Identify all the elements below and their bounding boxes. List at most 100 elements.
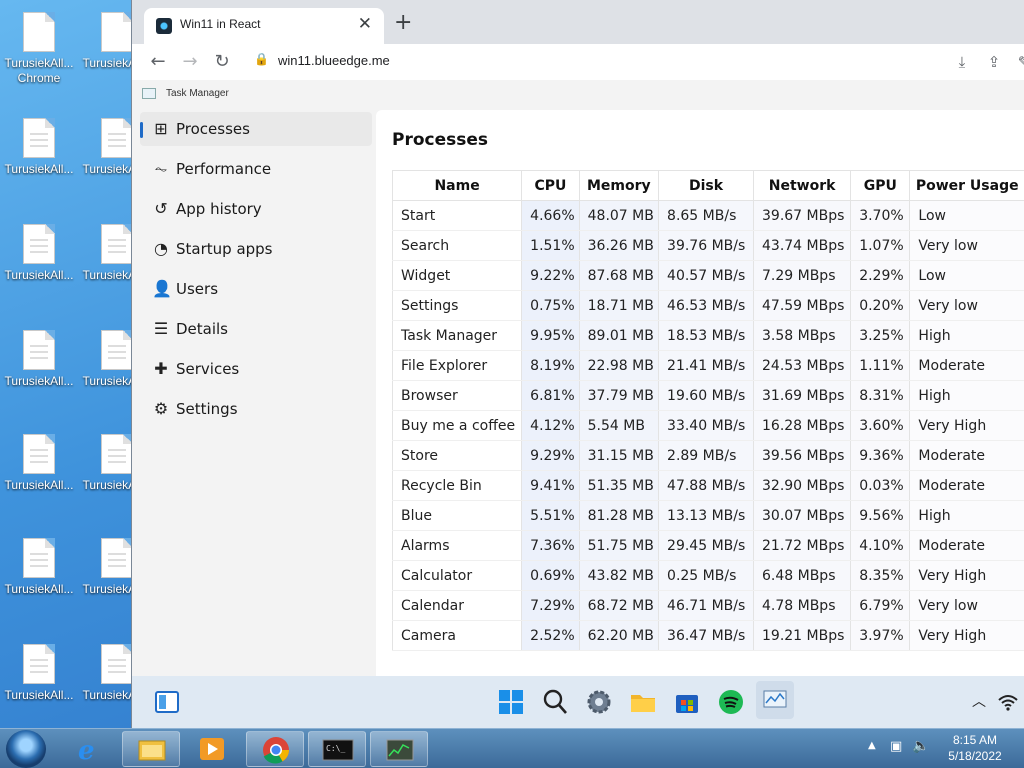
document-icon	[101, 330, 133, 370]
desktop-file-icon[interactable]: TurusiekAll...	[0, 426, 78, 526]
wifi-icon[interactable]	[998, 687, 1024, 717]
volume-icon[interactable]: 🔈	[912, 738, 929, 754]
table-row[interactable]: Widget 9.22% 87.68 MB 40.57 MB/s 7.29 MBps 2.…	[391, 260, 1024, 291]
table-row[interactable]: Blue 5.51% 81.28 MB 13.13 MB/s 30.07 MBps 9.5…	[391, 500, 1024, 531]
table-row[interactable]: Settings 0.75% 18.71 MB 46.53 MB/s 47.59 MBp…	[391, 290, 1024, 321]
address-bar[interactable]: 🔒 win11.blueedge.me	[248, 50, 948, 74]
puzzle-icon: ✚	[154, 359, 168, 378]
desktop-file-icon[interactable]: TurusiekAll...	[0, 636, 78, 728]
process-metric: Moderate	[909, 350, 1024, 381]
forward-arrow-icon[interactable]: →	[178, 50, 202, 74]
document-icon	[23, 434, 55, 474]
browser-tab[interactable]: Win11 in React ✕	[144, 8, 384, 44]
table-row[interactable]: Camera 2.52% 62.20 MB 36.47 MB/s 19.21 MBps 3…	[391, 620, 1024, 651]
nav-item-processes[interactable]: ⊞ Processes	[140, 112, 372, 146]
desktop-file-icon[interactable]: TurusiekAll...	[0, 530, 78, 630]
task-manager-window: Task Manager ⊞ Processes ⏦ Performance ↺ App …	[132, 80, 1024, 676]
process-metric: 43.82 MB	[578, 560, 660, 591]
nav-item-label: Performance	[176, 160, 272, 178]
file-explorer-icon[interactable]	[628, 687, 658, 717]
column-header[interactable]: Name	[391, 170, 523, 201]
table-body: Start 4.66% 48.07 MB 8.65 MB/s 39.67 MBps 3.7…	[391, 200, 1024, 651]
desktop-icon-sublabel: Chrome	[17, 71, 61, 85]
document-icon	[101, 224, 133, 264]
table-row[interactable]: Browser 6.81% 37.79 MB 19.60 MB/s 31.69 MBps…	[391, 380, 1024, 411]
table-row[interactable]: Calendar 7.29% 68.72 MB 46.71 MB/s 4.78 MBps…	[391, 590, 1024, 621]
desktop-file-icon[interactable]: TurusiekAll...	[0, 216, 78, 316]
nav-item-details[interactable]: ☰ Details	[140, 312, 372, 346]
table-row[interactable]: Search 1.51% 36.26 MB 39.76 MB/s 43.74 MBps 1…	[391, 230, 1024, 261]
extensions-icon[interactable]: ✎	[1012, 50, 1024, 74]
task-manager-win7-icon[interactable]	[370, 731, 428, 767]
process-metric: 3.70%	[850, 200, 911, 231]
store-icon[interactable]	[672, 687, 702, 717]
list-icon: ☰	[153, 319, 169, 338]
nav-item-users[interactable]: 👤 Users	[140, 272, 372, 306]
grid-icon: ⊞	[154, 119, 168, 138]
table-row[interactable]: Calculator 0.69% 43.82 MB 0.25 MB/s 6.48 MBp…	[391, 560, 1024, 591]
column-header[interactable]: Memory	[578, 170, 660, 201]
process-metric: Very High	[909, 620, 1024, 651]
task-manager-taskbar-icon[interactable]	[756, 681, 794, 719]
table-row[interactable]: Start 4.66% 48.07 MB 8.65 MB/s 39.67 MBps 3.7…	[391, 200, 1024, 231]
column-header[interactable]: CPU	[521, 170, 580, 201]
search-icon[interactable]	[540, 687, 570, 717]
process-metric: 1.07%	[850, 230, 911, 261]
table-row[interactable]: Store 9.29% 31.15 MB 2.89 MB/s 39.56 MBps 9.3…	[391, 440, 1024, 471]
process-metric: 51.35 MB	[578, 470, 660, 501]
widgets-icon[interactable]	[152, 687, 182, 717]
process-metric: 37.79 MB	[578, 380, 660, 411]
reload-icon[interactable]: ↻	[210, 50, 234, 74]
start-icon[interactable]	[496, 687, 526, 717]
task-manager-titlebar[interactable]: Task Manager	[132, 80, 1024, 108]
table-row[interactable]: Buy me a coffee 4.12% 5.54 MB 33.40 MB/s 16.…	[391, 410, 1024, 441]
internet-explorer-icon[interactable]: e	[60, 731, 118, 767]
windows-start-orb-icon[interactable]	[6, 730, 46, 768]
nav-item-services[interactable]: ✚ Services	[140, 352, 372, 386]
nav-item-app-history[interactable]: ↺ App history	[140, 192, 372, 226]
process-metric: 3.97%	[850, 620, 911, 651]
column-header[interactable]: GPU	[850, 170, 911, 201]
share-icon[interactable]: ⇪	[982, 50, 1006, 74]
network-icon[interactable]: ▣	[890, 739, 902, 754]
document-icon	[23, 12, 55, 52]
system-clock[interactable]: 8:15 AM 5/18/2022	[935, 732, 1015, 764]
process-metric: 21.41 MB/s	[658, 350, 754, 381]
table-row[interactable]: File Explorer 8.19% 22.98 MB 21.41 MB/s 24.5…	[391, 350, 1024, 381]
process-metric: 0.69%	[521, 560, 580, 591]
new-tab-icon[interactable]: +	[394, 12, 412, 34]
pulse-icon: ⏦	[154, 159, 168, 178]
svg-text:e: e	[78, 736, 95, 766]
tray-arrow-icon[interactable]: ▲	[868, 740, 876, 751]
process-metric: 46.53 MB/s	[658, 290, 754, 321]
process-metric: 31.15 MB	[578, 440, 660, 471]
tab-close-icon[interactable]: ✕	[358, 14, 372, 34]
table-row[interactable]: Recycle Bin 9.41% 51.35 MB 47.88 MB/s 32.90 …	[391, 470, 1024, 501]
nav-item-settings[interactable]: ⚙ Settings	[140, 392, 372, 426]
desktop-chrome-shortcut[interactable]: TurusiekAll... Chrome	[0, 4, 78, 104]
process-metric: 68.72 MB	[578, 590, 660, 621]
column-header[interactable]: Power Usage	[909, 170, 1024, 201]
chrome-taskbar-icon[interactable]	[246, 731, 304, 767]
desktop-file-icon[interactable]: TurusiekAll...	[0, 110, 78, 210]
process-metric: 1.51%	[521, 230, 580, 261]
back-arrow-icon[interactable]: ←	[146, 50, 170, 74]
processes-table: Name CPU Memory Disk Network GPU Power Usage S…	[391, 170, 1024, 651]
command-prompt-icon[interactable]: C:\_	[308, 731, 366, 767]
desktop-file-icon[interactable]: TurusiekAll...	[0, 322, 78, 422]
windows-explorer-icon[interactable]	[122, 731, 180, 767]
column-header[interactable]: Disk	[658, 170, 754, 201]
process-metric: 33.40 MB/s	[658, 410, 754, 441]
media-player-icon[interactable]	[184, 731, 242, 767]
desktop-icon-label: TurusiekAll...	[4, 374, 74, 388]
column-header[interactable]: Network	[752, 170, 852, 201]
install-app-icon[interactable]: ⤓	[950, 50, 974, 74]
process-metric: 62.20 MB	[578, 620, 660, 651]
spotify-icon[interactable]	[716, 687, 746, 717]
nav-item-startup-apps[interactable]: ◔ Startup apps	[140, 232, 372, 266]
settings-gear-icon[interactable]	[584, 687, 614, 717]
nav-item-performance[interactable]: ⏦ Performance	[140, 152, 372, 186]
table-row[interactable]: Task Manager 9.95% 89.01 MB 18.53 MB/s 3.58 …	[391, 320, 1024, 351]
process-metric: 3.60%	[850, 410, 911, 441]
table-row[interactable]: Alarms 7.36% 51.75 MB 29.45 MB/s 21.72 MBps 4…	[391, 530, 1024, 561]
